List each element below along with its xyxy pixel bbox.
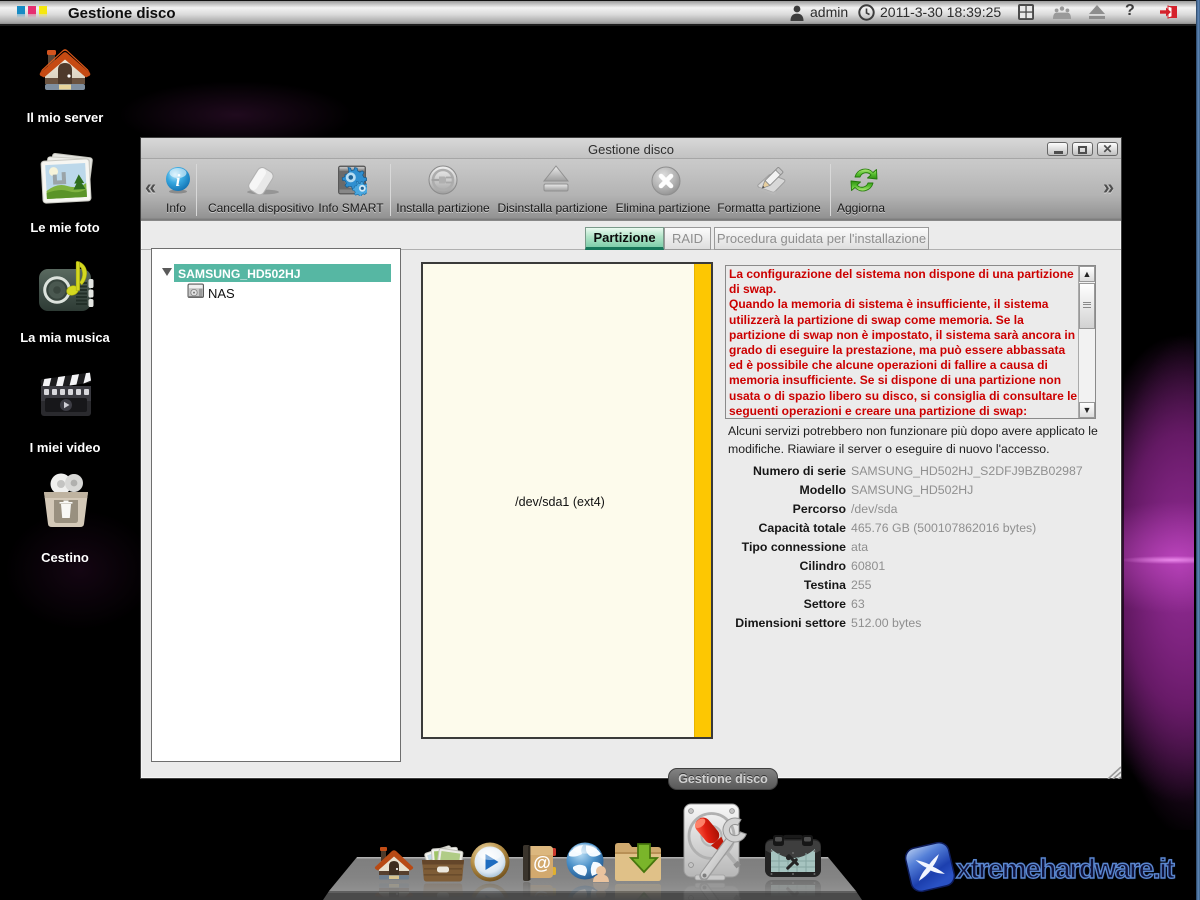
svg-text:@: @ <box>533 853 551 873</box>
svg-text:i: i <box>176 171 181 190</box>
